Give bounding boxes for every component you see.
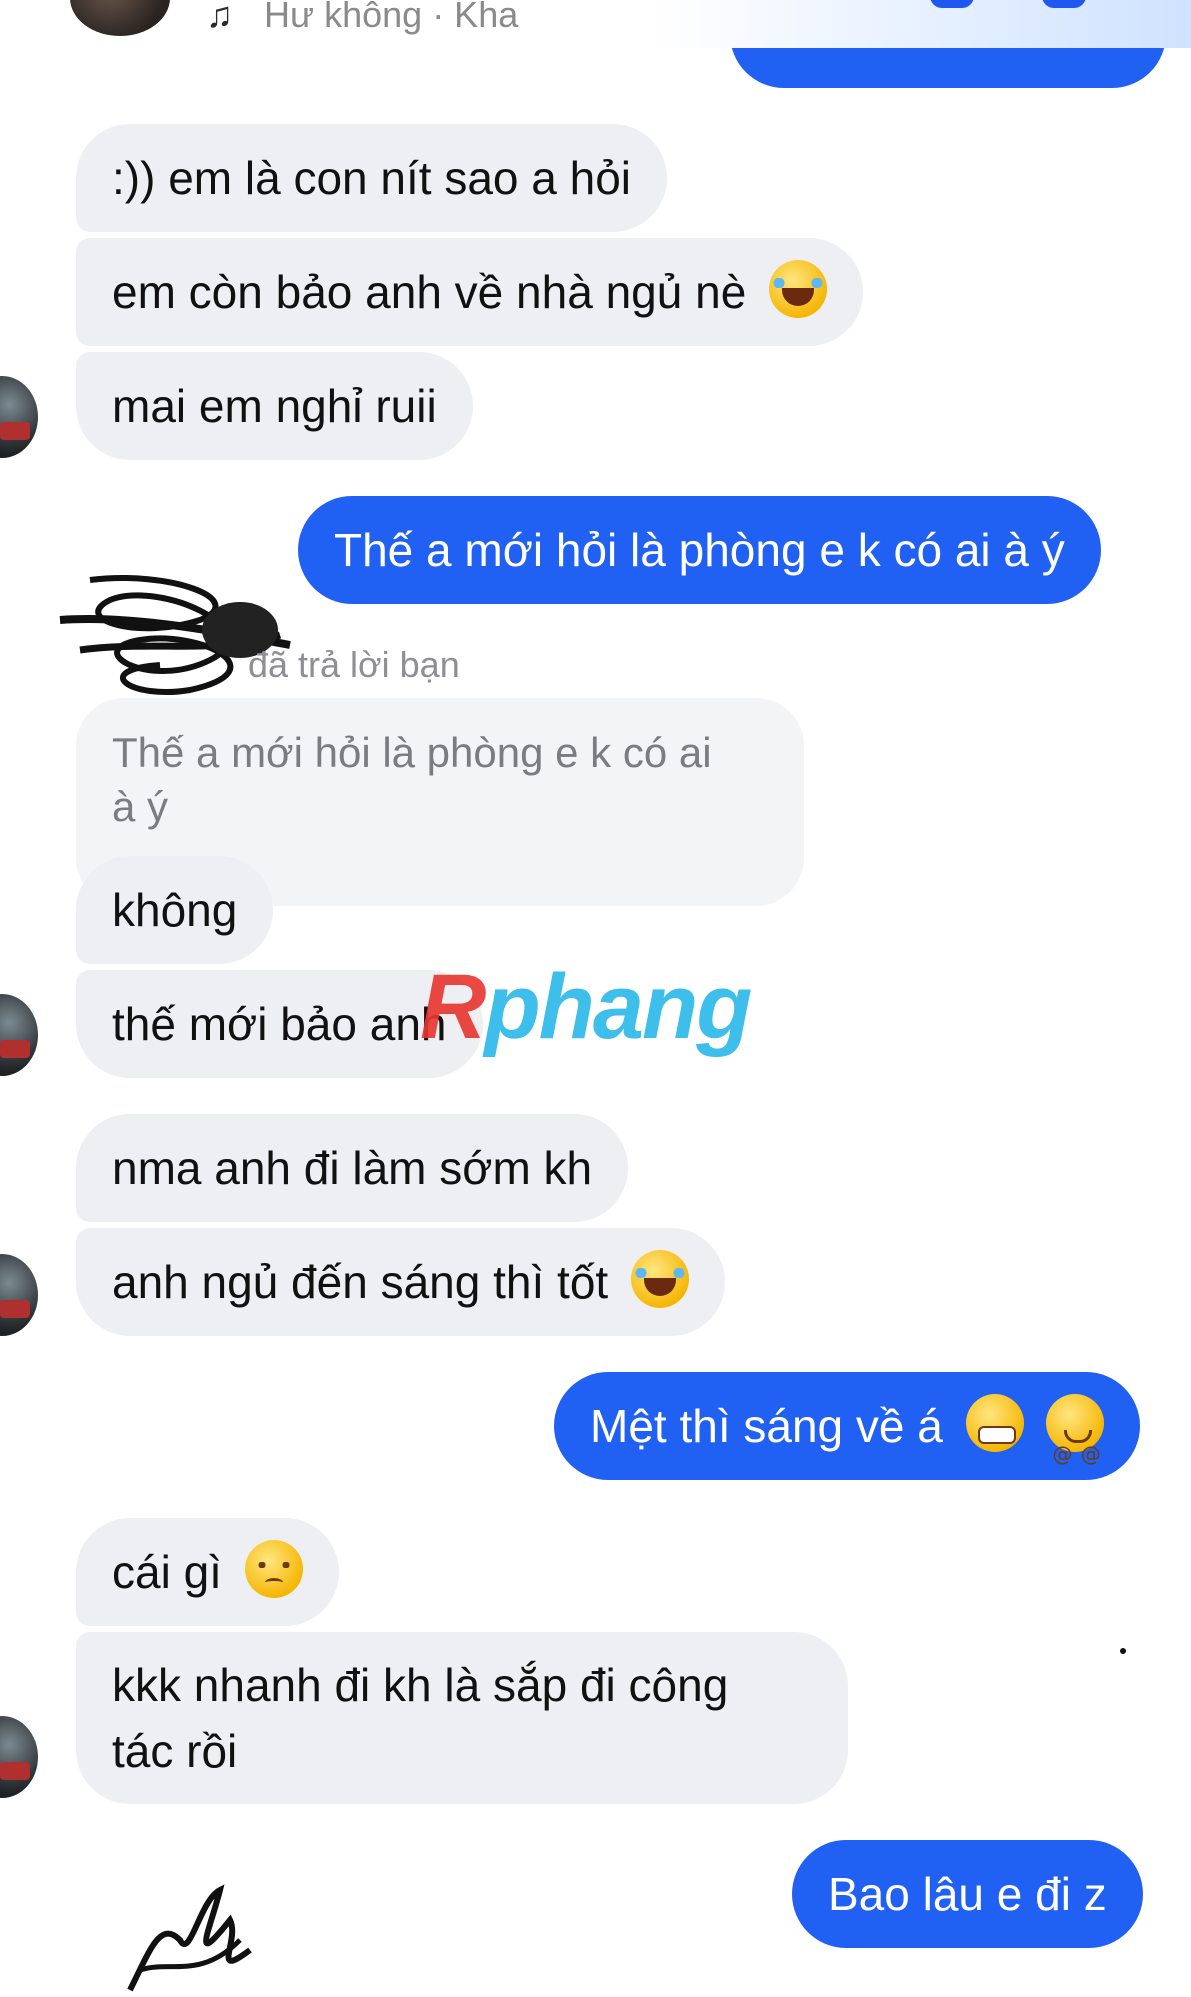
message-text: :)) em là con nít sao a hỏi [112, 152, 632, 204]
redacted-name-scribble [59, 575, 291, 696]
message-text: Thế a mới hỏi là phòng e k có ai à ý [334, 524, 1065, 576]
laugh-crying-emoji-icon [769, 260, 828, 318]
grimace-emoji-icon [965, 1394, 1024, 1452]
now-playing-label[interactable]: Hư không · Kha [264, 0, 518, 36]
sender-avatar[interactable] [0, 376, 38, 458]
message-text: tác rồi [112, 1725, 238, 1777]
message-text: thế mới bảo anh [112, 998, 447, 1050]
message-bubble-outgoing[interactable]: Thế a mới hỏi là phòng e k có ai à ý [298, 496, 1101, 604]
video-call-icon[interactable] [1042, 0, 1086, 8]
message-text: em còn bảo anh về nhà ngủ nè [112, 266, 747, 318]
message-bubble-incoming[interactable]: mai em nghỉ ruii [76, 352, 473, 460]
message-bubble-incoming[interactable]: :)) em là con nít sao a hỏi [76, 124, 668, 232]
watermark-logo: Rphang [420, 955, 752, 1060]
message-bubble-incoming[interactable]: không [76, 856, 274, 964]
message-text: anh ngủ đến sáng thì tốt [112, 1256, 609, 1308]
message-bubble-outgoing[interactable]: Mệt thì sáng về á [554, 1372, 1141, 1508]
redacted-scribble-bottom [127, 1884, 252, 1992]
message-text: kkk nhanh đi kh là sắp đi công [112, 1659, 729, 1711]
message-bubble-incoming[interactable]: anh ngủ đến sáng thì tốt [76, 1228, 725, 1336]
message-text: Bao lâu e đi z [828, 1868, 1107, 1920]
quoted-text-line: à ý [112, 783, 169, 830]
message-bubble-incoming[interactable]: kkk nhanh đi kh là sắp đi công tác rồi [76, 1632, 848, 1804]
call-icon[interactable] [930, 0, 974, 8]
pensive-emoji-icon [244, 1540, 303, 1598]
message-text: nma anh đi làm sớm kh [112, 1142, 593, 1194]
laugh-crying-emoji-icon [630, 1250, 689, 1308]
sender-avatar[interactable] [0, 994, 38, 1076]
watermark-letter: R [420, 956, 486, 1058]
message-bubble-outgoing[interactable]: Bao lâu e đi z [792, 1840, 1143, 1948]
message-bubble-incoming[interactable]: nma anh đi làm sớm kh [76, 1114, 629, 1222]
reply-label: đã trả lời bạn [248, 644, 460, 685]
message-bubble-incoming[interactable]: em còn bảo anh về nhà ngủ nè [76, 238, 864, 346]
message-text: cái gì [112, 1546, 222, 1598]
message-text: Mệt thì sáng về á [590, 1400, 943, 1452]
dizzy-face-emoji-icon [1046, 1394, 1105, 1508]
watermark-text: phang [484, 956, 752, 1058]
message-text: không [112, 884, 238, 936]
message-text: mai em nghỉ ruii [112, 380, 437, 432]
contact-avatar[interactable] [70, 0, 170, 36]
sender-avatar[interactable] [0, 1716, 38, 1798]
music-note-icon: ♫ [206, 0, 233, 35]
message-bubble-incoming[interactable]: cái gì [76, 1518, 339, 1626]
quoted-text-line: Thế a mới hỏi là phòng e k có ai [112, 729, 712, 776]
sender-avatar[interactable] [0, 1254, 38, 1336]
typing-dot [1120, 1648, 1126, 1654]
chat-header: ♫ Hư không · Kha [0, 0, 1191, 48]
